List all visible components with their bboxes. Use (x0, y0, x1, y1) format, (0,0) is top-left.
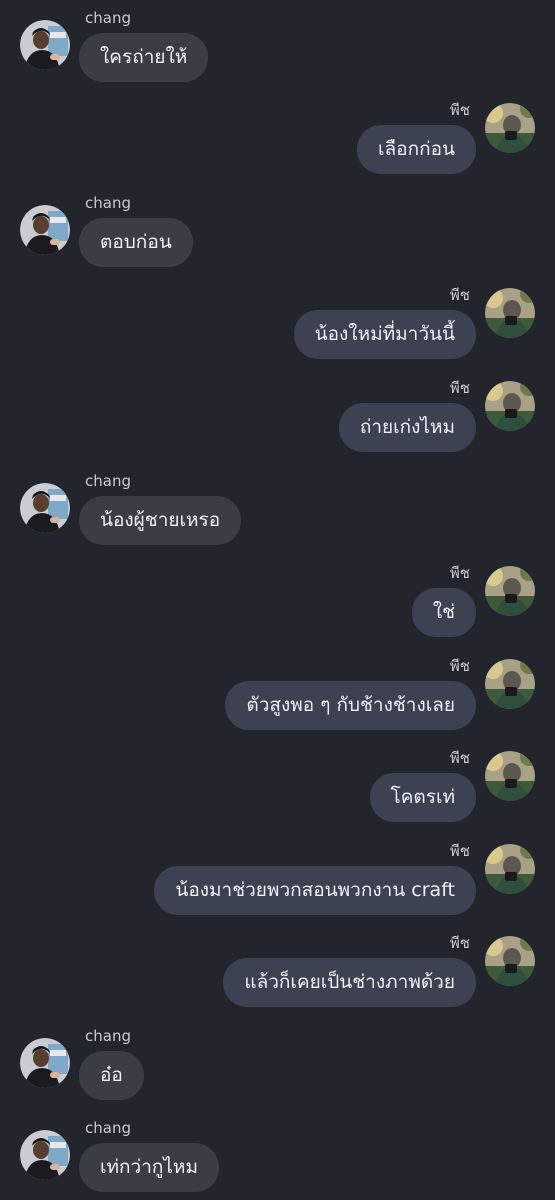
message-bubble[interactable]: เท่กว่ากูไหม (79, 1143, 219, 1192)
avatar-peach-icon[interactable] (485, 751, 535, 801)
sender-name: chang (85, 472, 131, 490)
sender-name: พีช (449, 749, 470, 767)
message-bubble[interactable]: โคตรเท่ (369, 773, 476, 822)
message-bubble[interactable]: แล้วก็เคยเป็นช่างภาพด้วย (223, 958, 476, 1007)
avatar-chang-icon[interactable] (20, 1130, 70, 1180)
sender-name: chang (85, 1119, 131, 1137)
message-bubble[interactable]: ตัวสูงพอ ๆ กับช้างช้างเลย (225, 681, 476, 730)
message-bubble[interactable]: น้องใหม่ที่มาวันนี้ (293, 310, 476, 359)
avatar-peach-icon[interactable] (485, 566, 535, 616)
sender-name: พีช (449, 101, 470, 119)
sender-name: chang (85, 1027, 131, 1045)
message-bubble[interactable]: ถ่ายเก่งไหม (338, 403, 476, 452)
avatar-peach-icon[interactable] (485, 844, 535, 894)
message-bubble[interactable]: ใช่ (411, 588, 476, 637)
message-bubble[interactable]: น้องมาช่วยพวกสอนพวกงาน craft (154, 866, 476, 915)
sender-name: พีช (449, 379, 470, 397)
sender-name: chang (85, 194, 131, 212)
avatar-chang-icon[interactable] (20, 205, 70, 255)
avatar-peach-icon[interactable] (485, 103, 535, 153)
avatar-peach-icon[interactable] (485, 288, 535, 338)
message-bubble[interactable]: เลือกก่อน (357, 125, 476, 174)
message-bubble[interactable]: อ๋อ (79, 1051, 144, 1100)
avatar-chang-icon[interactable] (20, 20, 70, 70)
sender-name: chang (85, 9, 131, 27)
message-bubble[interactable]: ตอบก่อน (79, 218, 193, 267)
sender-name: พีช (449, 657, 470, 675)
avatar-chang-icon[interactable] (20, 483, 70, 533)
sender-name: พีช (449, 934, 470, 952)
avatar-chang-icon[interactable] (20, 1038, 70, 1088)
sender-name: พีช (449, 842, 470, 860)
chat-thread: chang ใครถ่ายให้ พีช เลือกก่อน chang ตอบ… (0, 0, 555, 1200)
avatar-peach-icon[interactable] (485, 381, 535, 431)
avatar-peach-icon[interactable] (485, 659, 535, 709)
message-bubble[interactable]: ใครถ่ายให้ (79, 33, 209, 82)
message-bubble[interactable]: น้องผู้ชายเหรอ (79, 496, 242, 545)
avatar-peach-icon[interactable] (485, 936, 535, 986)
sender-name: พีช (449, 564, 470, 582)
sender-name: พีช (449, 286, 470, 304)
